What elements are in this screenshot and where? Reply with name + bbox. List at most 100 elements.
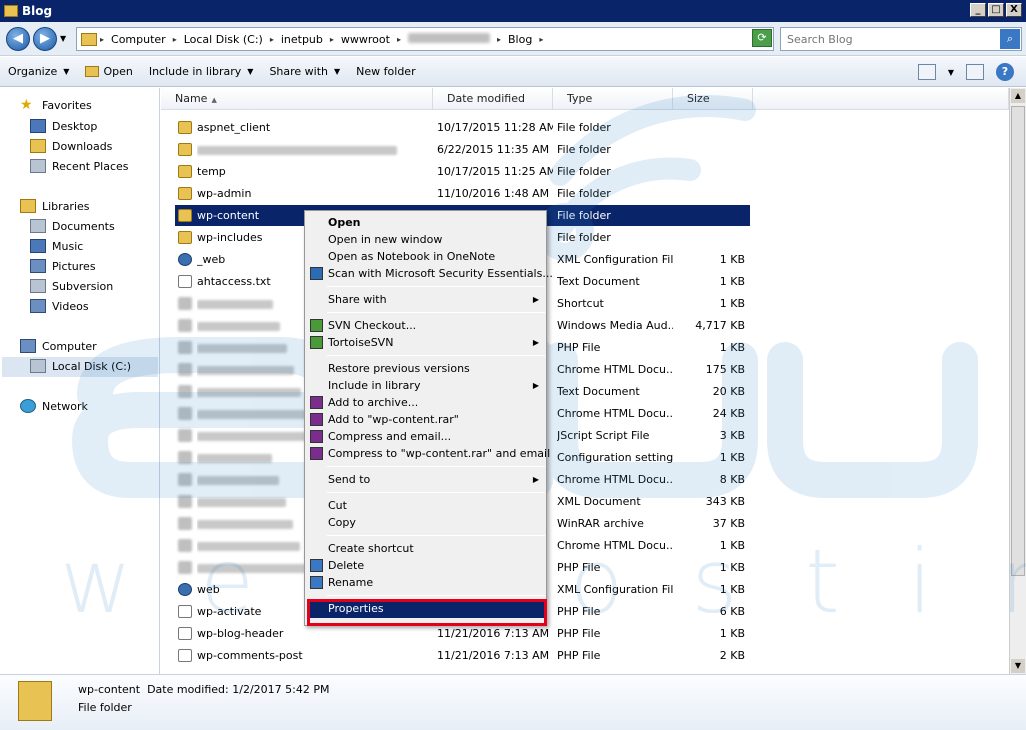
file-icon: [178, 627, 192, 640]
table-row[interactable]: 6/22/2015 11:35 AM File folder: [175, 139, 750, 160]
menu-item-open-as-notebook-in-onenote[interactable]: Open as Notebook in OneNote: [307, 248, 545, 265]
table-row[interactable]: aspnet_client 10/17/2015 11:28 AM File fol…: [175, 117, 750, 138]
column-header-size[interactable]: Size: [673, 88, 753, 110]
menu-item-compress-to-wp-content-rar-and-email[interactable]: Compress to "wp-content.rar" and email: [307, 445, 550, 462]
nav-downloads[interactable]: Downloads: [30, 139, 112, 153]
nav-computer[interactable]: Computer: [20, 339, 97, 353]
menu-item-label: Compress to "wp-content.rar" and email: [328, 447, 551, 460]
crumb-wwwroot[interactable]: wwwroot: [337, 33, 394, 46]
file-type: PHP File: [557, 627, 601, 640]
scroll-down-icon[interactable]: ▼: [1011, 659, 1025, 673]
share-with-button[interactable]: Share with ▼: [261, 57, 348, 87]
crumb-redacted[interactable]: [404, 32, 494, 46]
vertical-scrollbar[interactable]: ▲ ▼: [1009, 88, 1026, 674]
file-size: 343 KB: [705, 495, 745, 508]
properties-highlight-box: [307, 599, 547, 626]
menu-item-compress-and-email[interactable]: Compress and email...: [307, 428, 545, 445]
menu-item-delete[interactable]: Delete: [307, 557, 545, 574]
preview-pane-icon[interactable]: [966, 64, 984, 80]
uac-icon: [310, 559, 323, 572]
menu-item-restore-previous-versions[interactable]: Restore previous versions: [307, 360, 545, 377]
menu-item-include-in-library[interactable]: Include in library ▶: [307, 377, 545, 394]
nav-network[interactable]: Network: [20, 399, 88, 413]
table-row[interactable]: wp-comments-post 11/21/2016 7:13 AM PHP Fi…: [175, 645, 750, 666]
file-type: XML Document: [557, 495, 641, 508]
nav-subversion[interactable]: Subversion: [30, 279, 113, 293]
nav-libraries[interactable]: Libraries: [20, 199, 90, 213]
subversion-icon: [30, 279, 46, 293]
recent-places-icon: [30, 159, 46, 173]
menu-item-svn-checkout[interactable]: SVN Checkout...: [307, 317, 545, 334]
menu-item-label: Open: [328, 216, 361, 229]
table-row[interactable]: wp-admin 11/10/2016 1:48 AM File folder: [175, 183, 750, 204]
nav-music[interactable]: Music: [30, 239, 83, 253]
close-button[interactable]: X: [1006, 3, 1022, 17]
scroll-up-icon[interactable]: ▲: [1011, 89, 1025, 103]
search-icon[interactable]: ⌕: [1000, 29, 1020, 49]
crumb-blog[interactable]: Blog: [504, 33, 536, 46]
forward-button[interactable]: ▶: [33, 27, 57, 51]
redacted-text: [197, 519, 293, 529]
menu-item-copy[interactable]: Copy: [307, 514, 545, 531]
menu-item-scan-with-microsoft-security-essentials[interactable]: Scan with Microsoft Security Essentials.…: [307, 265, 553, 282]
nav-desktop[interactable]: Desktop: [30, 119, 97, 133]
menu-item-open-in-new-window[interactable]: Open in new window: [307, 231, 545, 248]
nav-local-disk[interactable]: Local Disk (C:): [30, 359, 131, 373]
back-button[interactable]: ◀: [6, 27, 30, 51]
file-type: JScript Script File: [557, 429, 650, 442]
details-name: wp-content: [78, 683, 141, 696]
menu-item-share-with[interactable]: Share with ▶: [307, 291, 545, 308]
redacted-text: [197, 497, 286, 507]
search-box[interactable]: ⌕: [780, 27, 1022, 51]
menu-item-cut[interactable]: Cut: [307, 497, 545, 514]
file-size: 4,717 KB: [695, 319, 745, 332]
column-header-type[interactable]: Type: [553, 88, 673, 110]
maximize-button[interactable]: □: [988, 3, 1004, 17]
scroll-thumb[interactable]: [1011, 106, 1025, 576]
table-row[interactable]: wp-blog-header 11/21/2016 7:13 AM PHP File…: [175, 623, 750, 644]
menu-item-label: Rename: [328, 576, 374, 589]
music-icon: [30, 239, 46, 253]
menu-item-open[interactable]: Open: [307, 214, 545, 231]
nav-pictures[interactable]: Pictures: [30, 259, 96, 273]
file-size: 1 KB: [719, 627, 745, 640]
open-button[interactable]: Open: [77, 57, 140, 87]
recent-pages-dropdown-icon[interactable]: ▼: [60, 34, 66, 43]
nav-documents[interactable]: Documents: [30, 219, 115, 233]
crumb-inetpub[interactable]: inetpub: [277, 33, 327, 46]
chevron-down-icon[interactable]: ▼: [948, 68, 954, 77]
menu-item-rename[interactable]: Rename: [307, 574, 545, 591]
table-row[interactable]: temp 10/17/2015 11:25 AM File folder: [175, 161, 750, 182]
menu-item-tortoisesvn[interactable]: TortoiseSVN ▶: [307, 334, 545, 351]
redacted-file-icon: [178, 495, 192, 508]
include-in-library-button[interactable]: Include in library ▼: [141, 57, 262, 87]
menu-item-send-to[interactable]: Send to ▶: [307, 471, 545, 488]
organize-button[interactable]: Organize ▼: [0, 57, 77, 87]
column-header-name[interactable]: Name ▲: [161, 88, 433, 110]
view-options-icon[interactable]: [917, 64, 936, 80]
refresh-button[interactable]: ⟳: [752, 29, 772, 47]
crumb-local-disk[interactable]: Local Disk (C:): [180, 33, 267, 46]
menu-separator: [327, 492, 545, 493]
nav-videos[interactable]: Videos: [30, 299, 89, 313]
menu-item-add-to-wp-content-rar[interactable]: Add to "wp-content.rar": [307, 411, 545, 428]
crumb-computer[interactable]: Computer: [107, 33, 170, 46]
file-size: 1 KB: [719, 451, 745, 464]
search-input[interactable]: [781, 28, 991, 50]
help-icon[interactable]: ?: [996, 63, 1014, 81]
menu-separator: [327, 312, 545, 313]
column-header-date[interactable]: Date modified: [433, 88, 553, 110]
nav-favorites[interactable]: ★ Favorites: [20, 98, 92, 112]
new-folder-button[interactable]: New folder: [348, 57, 423, 87]
menu-item-create-shortcut[interactable]: Create shortcut: [307, 540, 545, 557]
menu-item-add-to-archive[interactable]: Add to archive...: [307, 394, 545, 411]
folder-icon: [178, 121, 192, 134]
documents-icon: [30, 219, 46, 233]
minimize-button[interactable]: _: [970, 3, 986, 17]
file-type: Text Document: [557, 385, 640, 398]
breadcrumb[interactable]: ▸ Computer ▸ Local Disk (C:) ▸ inetpub ▸…: [76, 27, 774, 51]
nav-recent-places[interactable]: Recent Places: [30, 159, 129, 173]
menu-item-label: Scan with Microsoft Security Essentials.…: [328, 267, 553, 280]
desktop-icon: [30, 119, 46, 133]
computer-icon: [20, 339, 36, 353]
